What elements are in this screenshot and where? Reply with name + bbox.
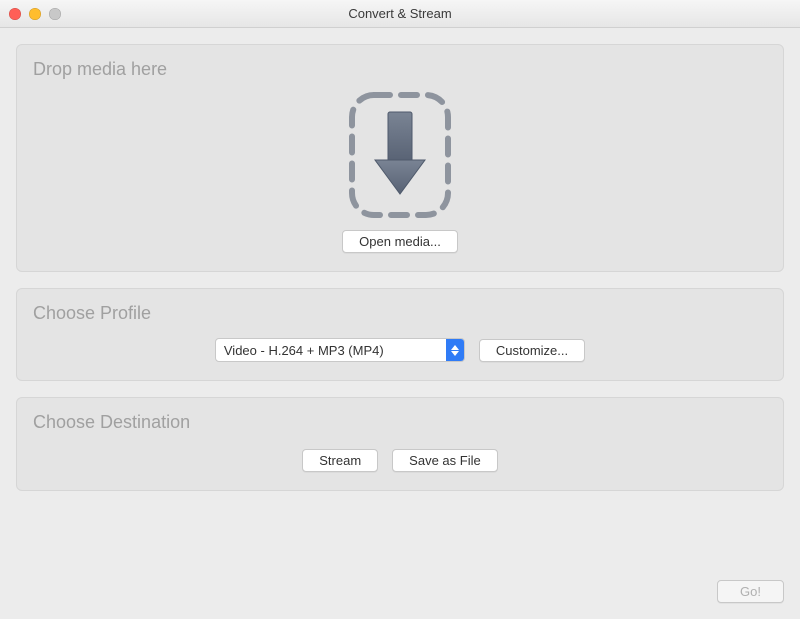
profile-title: Choose Profile (33, 303, 767, 324)
maximize-icon (49, 8, 61, 20)
close-icon[interactable] (9, 8, 21, 20)
up-down-stepper-icon[interactable] (446, 339, 464, 361)
profile-select[interactable]: Video - H.264 + MP3 (MP4) (215, 338, 465, 362)
open-media-button[interactable]: Open media... (342, 230, 458, 253)
minimize-icon[interactable] (29, 8, 41, 20)
footer: Go! (16, 576, 784, 603)
titlebar: Convert & Stream (0, 0, 800, 28)
content: Drop media here Open (0, 28, 800, 619)
drop-panel: Drop media here Open (16, 44, 784, 272)
traffic-lights (9, 8, 61, 20)
save-as-file-button[interactable]: Save as File (392, 449, 498, 472)
profile-select-label: Video - H.264 + MP3 (MP4) (216, 343, 446, 358)
drop-zone[interactable]: Open media... (33, 90, 767, 253)
window-title: Convert & Stream (348, 6, 451, 21)
destination-row: Stream Save as File (33, 449, 767, 472)
profile-panel: Choose Profile Video - H.264 + MP3 (MP4)… (16, 288, 784, 381)
destination-title: Choose Destination (33, 412, 767, 433)
profile-row: Video - H.264 + MP3 (MP4) Customize... (33, 338, 767, 362)
drop-arrow-icon (335, 90, 465, 220)
stream-button[interactable]: Stream (302, 449, 378, 472)
drop-title: Drop media here (33, 59, 767, 80)
destination-panel: Choose Destination Stream Save as File (16, 397, 784, 491)
go-button[interactable]: Go! (717, 580, 784, 603)
customize-button[interactable]: Customize... (479, 339, 585, 362)
